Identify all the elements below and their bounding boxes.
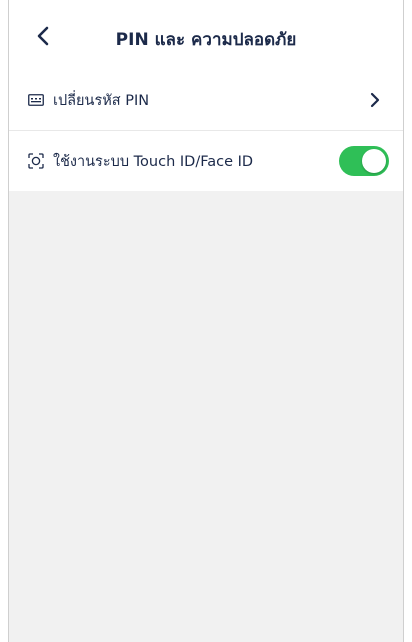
change-pin-row[interactable]: เปลี่ยนรหัส PIN xyxy=(9,70,403,131)
page-title: PIN และ ความปลอดภัย xyxy=(115,30,297,50)
chevron-right-icon[interactable] xyxy=(367,92,383,108)
change-pin-label: เปลี่ยนรหัส PIN xyxy=(53,92,150,109)
biometric-toggle[interactable] xyxy=(339,146,389,176)
toggle-knob xyxy=(362,149,386,173)
app-screen: PIN และ ความปลอดภัย เปลี่ยนรหัส PIN ใช้ง… xyxy=(8,0,404,642)
keypad-icon xyxy=(27,91,45,109)
face-scan-icon xyxy=(27,152,45,170)
biometric-label: ใช้งานระบบ Touch ID/Face ID xyxy=(53,153,254,170)
biometric-row: ใช้งานระบบ Touch ID/Face ID xyxy=(9,131,403,191)
top-bar: PIN และ ความปลอดภัย xyxy=(9,0,403,71)
